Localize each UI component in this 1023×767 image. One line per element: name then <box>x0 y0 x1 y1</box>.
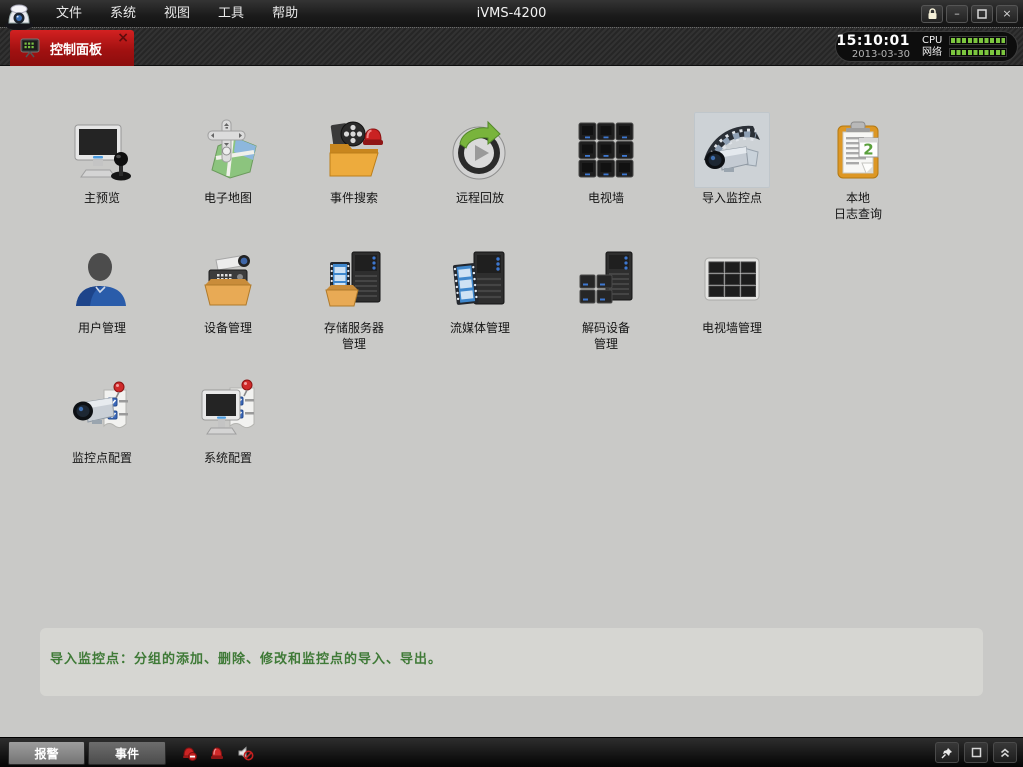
event-tab[interactable]: 事件 <box>88 741 166 765</box>
event-search-icon <box>322 118 386 182</box>
app-label: 电视墙 <box>588 190 624 206</box>
tab-close-icon[interactable]: × <box>117 31 129 45</box>
close-button[interactable]: × <box>996 5 1018 23</box>
app-label: 事件搜索 <box>330 190 378 206</box>
app-label: 主预览 <box>84 190 120 206</box>
tv-wall-icon <box>574 118 638 182</box>
stream-media-icon <box>448 248 512 312</box>
maximize-button[interactable] <box>971 5 993 23</box>
app-storage-server[interactable]: 存储服务器 管理 <box>291 242 417 352</box>
function-description-panel: 导入监控点：分组的添加、删除、修改和监控点的导入、导出。 <box>40 628 983 696</box>
clock-time: 15:10:01 <box>836 34 910 49</box>
tab-control-panel[interactable]: 控制面板 × <box>10 30 134 66</box>
camera-config-icon <box>70 378 134 442</box>
app-camera-config[interactable]: 监控点配置 <box>39 372 165 466</box>
app-decode-device[interactable]: 解码设备 管理 <box>543 242 669 352</box>
main-preview-icon <box>70 118 134 182</box>
alarm-tab[interactable]: 报警 <box>8 741 85 765</box>
app-label: 监控点配置 <box>72 450 132 466</box>
app-label: 流媒体管理 <box>450 320 510 336</box>
bottom-bar: 报警 事件 <box>0 737 1023 767</box>
cpu-meter <box>949 36 1007 45</box>
app-event-search[interactable]: 事件搜索 <box>291 112 417 222</box>
control-panel-main: 主预览 电子地图 <box>0 66 1023 737</box>
collapse-up-icon <box>999 747 1011 759</box>
app-device-management[interactable]: 设备管理 <box>165 242 291 352</box>
app-local-log[interactable]: 2 本地 日志查询 <box>795 112 921 222</box>
app-label: 解码设备 管理 <box>582 320 630 352</box>
menu-help[interactable]: 帮助 <box>258 0 312 28</box>
restore-button[interactable] <box>964 742 988 763</box>
network-meter <box>949 48 1007 57</box>
maximize-icon <box>977 9 987 19</box>
app-user-management[interactable]: 用户管理 <box>39 242 165 352</box>
pin-button[interactable] <box>935 742 959 763</box>
menu-bar: 文件 系统 视图 工具 帮助 <box>42 0 312 28</box>
alarm-clear-icon[interactable] <box>180 744 198 762</box>
siren-icon[interactable] <box>208 744 226 762</box>
app-label: 用户管理 <box>78 320 126 336</box>
app-label: 系统配置 <box>204 450 252 466</box>
tab-label: 控制面板 <box>50 39 102 58</box>
clock-date: 2013-03-30 <box>852 49 910 60</box>
app-label: 远程回放 <box>456 190 504 206</box>
local-log-icon: 2 <box>826 118 890 182</box>
app-label: 本地 日志查询 <box>834 190 882 222</box>
app-stream-media[interactable]: 流媒体管理 <box>417 242 543 352</box>
pin-icon <box>940 746 954 760</box>
menu-system[interactable]: 系统 <box>96 0 150 28</box>
lock-icon <box>927 8 938 20</box>
app-tv-wall-management[interactable]: 电视墙管理 <box>669 242 795 352</box>
menu-tools[interactable]: 工具 <box>204 0 258 28</box>
restore-icon <box>971 747 982 758</box>
app-emap[interactable]: 电子地图 <box>165 112 291 222</box>
emap-icon <box>196 118 260 182</box>
storage-server-icon <box>322 248 386 312</box>
app-main-preview[interactable]: 主预览 <box>39 112 165 222</box>
import-camera-icon <box>700 118 764 182</box>
app-label: 存储服务器 管理 <box>324 320 384 352</box>
menu-file[interactable]: 文件 <box>42 0 96 28</box>
collapse-button[interactable] <box>993 742 1017 763</box>
minimize-button[interactable]: – <box>946 5 968 23</box>
audio-mute-icon[interactable] <box>236 744 254 762</box>
device-management-icon <box>196 248 260 312</box>
remote-playback-icon <box>448 118 512 182</box>
app-label: 导入监控点 <box>702 190 762 206</box>
tv-wall-management-icon <box>700 248 764 312</box>
cpu-label: CPU <box>922 35 943 47</box>
app-label: 电子地图 <box>204 190 252 206</box>
app-logo-camera-icon <box>2 1 40 33</box>
menu-view[interactable]: 视图 <box>150 0 204 28</box>
app-system-config[interactable]: 系统配置 <box>165 372 291 466</box>
svg-text:2: 2 <box>863 141 873 159</box>
tab-bar: 控制面板 × 15:10:01 2013-03-30 CPU 网络 <box>0 28 1023 66</box>
status-panel: 15:10:01 2013-03-30 CPU 网络 <box>835 31 1018 62</box>
network-label: 网络 <box>922 47 943 59</box>
title-bar: 文件 系统 视图 工具 帮助 iVMS-4200 – × <box>0 0 1023 28</box>
app-tv-wall[interactable]: 电视墙 <box>543 112 669 222</box>
control-panel-icon <box>18 36 42 60</box>
system-config-icon <box>196 378 260 442</box>
app-label: 设备管理 <box>204 320 252 336</box>
lock-button[interactable] <box>921 5 943 23</box>
app-remote-playback[interactable]: 远程回放 <box>417 112 543 222</box>
function-description-text: 导入监控点：分组的添加、删除、修改和监控点的导入、导出。 <box>50 652 442 667</box>
app-label: 电视墙管理 <box>702 320 762 336</box>
user-management-icon <box>70 248 134 312</box>
decode-device-icon <box>574 248 638 312</box>
app-import-camera[interactable]: 导入监控点 <box>669 112 795 222</box>
